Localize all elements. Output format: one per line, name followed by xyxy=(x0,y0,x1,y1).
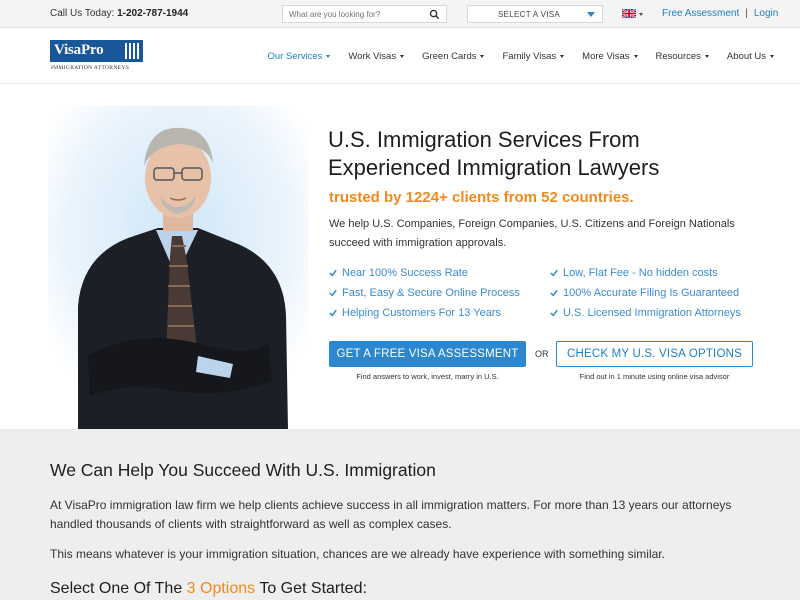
attorney-portrait-image xyxy=(48,106,308,429)
section-heading: We Can Help You Succeed With U.S. Immigr… xyxy=(50,460,436,480)
logo-bars-icon xyxy=(125,43,139,59)
logo-tagline: IMMIGRATION ATTORNEYS xyxy=(51,65,130,71)
free-visa-assessment-button[interactable]: GET A FREE VISA ASSESSMENT xyxy=(329,341,526,367)
top-links: Free Assessment | Login xyxy=(662,8,778,19)
chevron-down-icon xyxy=(326,55,331,58)
checkmark-icon xyxy=(550,269,558,277)
chevron-down-icon xyxy=(770,55,774,58)
benefit-text: 100% Accurate Filing Is Guaranteed xyxy=(563,287,740,299)
nav-label: Resources xyxy=(655,51,701,62)
main-nav: Our Services Work Visas Green Cards Fami… xyxy=(249,51,774,62)
nav-work-visas[interactable]: Work Visas xyxy=(348,51,405,62)
phone-number[interactable]: 1-202-787-1944 xyxy=(117,8,188,19)
chevron-down-icon xyxy=(704,55,709,58)
benefit-item: 100% Accurate Filing Is Guaranteed xyxy=(550,287,739,299)
chevron-down-icon xyxy=(633,55,638,58)
or-divider: OR xyxy=(535,349,549,359)
benefit-text: Helping Customers For 13 Years xyxy=(342,307,501,319)
nav-label: Our Services xyxy=(267,51,323,62)
benefit-item: Helping Customers For 13 Years xyxy=(329,307,501,319)
benefit-item: Near 100% Success Rate xyxy=(329,267,468,279)
assessment-subtext: Find answers to work, invest, marry in U… xyxy=(356,372,499,381)
benefit-item: Low, Flat Fee - No hidden costs xyxy=(550,267,718,279)
hero-title-line2: Experienced Immigration Lawyers xyxy=(328,155,660,180)
visa-select-label: SELECT A VISA xyxy=(498,10,561,19)
help-section: We Can Help You Succeed With U.S. Immigr… xyxy=(0,429,800,600)
chevron-down-icon xyxy=(400,55,405,58)
call-us-text: Call Us Today: 1-202-787-1944 xyxy=(50,8,188,19)
nav-about-us[interactable]: About Us xyxy=(727,51,774,62)
link-separator: | xyxy=(745,8,748,19)
nav-label: About Us xyxy=(726,51,766,62)
benefit-text: U.S. Licensed Immigration Attorneys xyxy=(563,307,741,319)
hero-intro: We help U.S. Companies, Foreign Companie… xyxy=(329,218,735,249)
logo-box: VisaPro xyxy=(50,40,143,62)
nav-label: Green Cards xyxy=(422,51,477,62)
benefit-text: Near 100% Success Rate xyxy=(342,267,468,279)
call-label: Call Us Today: xyxy=(50,8,115,19)
options-highlight: 3 Options xyxy=(186,580,256,597)
checkmark-icon xyxy=(550,289,558,297)
benefit-text: Low, Flat Fee - No hidden costs xyxy=(563,267,718,279)
nav-label: Family Visas xyxy=(502,51,557,62)
chevron-down-icon xyxy=(587,12,595,17)
hero-section: U.S. Immigration Services From Experienc… xyxy=(0,84,800,429)
trusted-by-text: trusted by 1224+ clients from 52 countri… xyxy=(329,189,634,206)
main-header: VisaPro IMMIGRATION ATTORNEYS Our Servic… xyxy=(0,28,800,84)
options-heading: Select One Of The 3 Options To Get Start… xyxy=(50,580,367,598)
search-icon[interactable] xyxy=(429,9,440,20)
options-heading-suffix: To Get Started: xyxy=(255,580,367,597)
checkmark-icon xyxy=(550,309,558,317)
nav-label: Work Visas xyxy=(348,51,397,62)
benefit-item: Fast, Easy & Secure Online Process xyxy=(329,287,520,299)
search-box xyxy=(282,5,447,23)
section-paragraph-1: At VisaPro immigration law firm we help … xyxy=(50,498,732,531)
visa-select-dropdown[interactable]: SELECT A VISA xyxy=(467,5,603,23)
nav-family-visas[interactable]: Family Visas xyxy=(502,51,565,62)
nav-label: More Visas xyxy=(582,51,630,62)
check-visa-options-button[interactable]: CHECK MY U.S. VISA OPTIONS xyxy=(556,341,753,367)
checkmark-icon xyxy=(329,309,337,317)
checkmark-icon xyxy=(329,269,337,277)
free-assessment-link[interactable]: Free Assessment xyxy=(662,8,739,19)
visa-options-subtext: Find out in 1 minute using online visa a… xyxy=(579,372,730,381)
logo[interactable]: VisaPro IMMIGRATION ATTORNEYS xyxy=(50,40,143,74)
benefit-item: U.S. Licensed Immigration Attorneys xyxy=(550,307,741,319)
benefit-text: Fast, Easy & Secure Online Process xyxy=(342,287,520,299)
nav-resources[interactable]: Resources xyxy=(656,51,709,62)
chevron-down-icon xyxy=(560,55,565,58)
login-link[interactable]: Login xyxy=(754,8,778,19)
top-bar: Call Us Today: 1-202-787-1944 SELECT A V… xyxy=(0,0,800,28)
checkmark-icon xyxy=(329,289,337,297)
options-heading-prefix: Select One Of The xyxy=(50,580,187,597)
uk-flag-icon[interactable] xyxy=(622,9,636,18)
logo-word: VisaPro xyxy=(54,42,104,58)
section-paragraph-2: This means whatever is your immigration … xyxy=(50,547,665,561)
hero-title-line1: U.S. Immigration Services From xyxy=(328,127,640,152)
language-caret-icon[interactable] xyxy=(639,13,643,16)
nav-more-visas[interactable]: More Visas xyxy=(582,51,638,62)
nav-our-services[interactable]: Our Services xyxy=(267,51,331,62)
chevron-down-icon xyxy=(480,55,485,58)
hero-title: U.S. Immigration Services From Experienc… xyxy=(328,126,768,182)
nav-green-cards[interactable]: Green Cards xyxy=(422,51,485,62)
search-input[interactable] xyxy=(289,8,424,21)
